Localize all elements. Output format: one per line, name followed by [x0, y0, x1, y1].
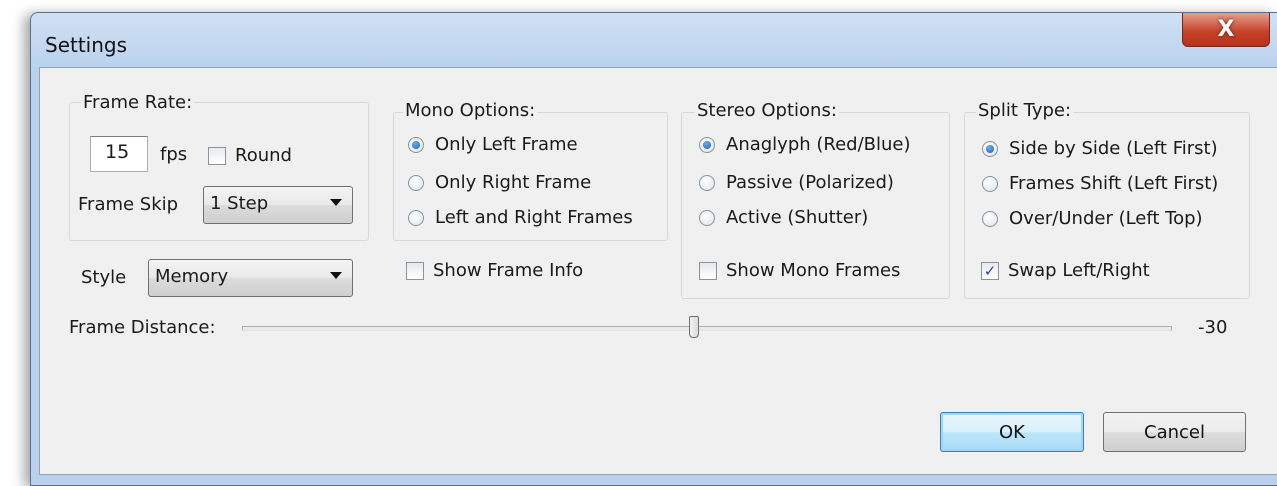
- mono-radio-1[interactable]: [408, 174, 424, 191]
- split-option-label: Over/Under (Left Top): [1009, 208, 1203, 229]
- close-button[interactable]: X: [1182, 13, 1270, 47]
- frame-skip-dropdown[interactable]: 1 Step: [203, 186, 353, 224]
- window-title: Settings: [45, 33, 128, 57]
- mono-options-label: Mono Options:: [403, 100, 538, 121]
- frame-distance-slider-track[interactable]: [242, 326, 1172, 331]
- chevron-down-icon: [330, 199, 342, 206]
- swap-left-right-checkbox[interactable]: ✓: [981, 261, 999, 280]
- split-option-side-by-side[interactable]: Side by Side (Left First): [982, 138, 1218, 159]
- stereo-option-label: Anaglyph (Red/Blue): [726, 134, 911, 155]
- cancel-button[interactable]: Cancel: [1103, 412, 1246, 452]
- swap-left-right-label: Swap Left/Right: [1008, 260, 1150, 281]
- ok-button-label: OK: [999, 421, 1025, 443]
- settings-window: Settings X Frame Rate: 15 fps Round Fram…: [30, 12, 1277, 486]
- swap-left-right-row[interactable]: ✓ Swap Left/Right: [981, 260, 1150, 281]
- split-radio-2[interactable]: [982, 210, 998, 227]
- cancel-button-label: Cancel: [1144, 421, 1205, 443]
- round-checkbox[interactable]: [208, 146, 226, 165]
- chevron-down-icon: [330, 272, 342, 279]
- show-mono-frames-label: Show Mono Frames: [726, 260, 901, 281]
- show-mono-frames-row[interactable]: Show Mono Frames: [699, 260, 900, 281]
- frame-rate-label: Frame Rate:: [81, 92, 195, 113]
- dialog-body: Frame Rate: 15 fps Round Frame Skip 1 St…: [39, 67, 1277, 475]
- checkmark-icon: ✓: [983, 261, 997, 280]
- stereo-option-label: Passive (Polarized): [726, 172, 894, 193]
- stereo-options-label: Stereo Options:: [695, 100, 839, 121]
- frame-distance-value: -30: [1198, 317, 1228, 338]
- show-frame-info-row[interactable]: Show Frame Info: [406, 260, 583, 281]
- show-frame-info-checkbox[interactable]: [406, 261, 424, 280]
- split-option-frames-shift[interactable]: Frames Shift (Left First): [982, 173, 1218, 194]
- mono-radio-0[interactable]: [408, 136, 424, 153]
- fps-unit-label: fps: [160, 144, 188, 165]
- mono-option-label: Left and Right Frames: [435, 207, 633, 228]
- show-frame-info-label: Show Frame Info: [433, 260, 584, 281]
- stereo-option-label: Active (Shutter): [726, 207, 869, 228]
- mono-option-label: Only Right Frame: [435, 172, 592, 193]
- show-mono-frames-checkbox[interactable]: [699, 261, 717, 280]
- stereo-radio-0[interactable]: [699, 136, 715, 153]
- stereo-radio-1[interactable]: [699, 174, 715, 191]
- style-label: Style: [81, 267, 127, 288]
- split-radio-1[interactable]: [982, 175, 998, 192]
- close-icon: X: [1217, 17, 1235, 42]
- split-option-label: Side by Side (Left First): [1009, 138, 1218, 159]
- split-radio-0[interactable]: [982, 140, 998, 157]
- style-dropdown[interactable]: Memory: [148, 259, 353, 297]
- mono-option-label: Only Left Frame: [435, 134, 578, 155]
- stereo-option-anaglyph[interactable]: Anaglyph (Red/Blue): [699, 134, 911, 155]
- stereo-radio-2[interactable]: [699, 209, 715, 226]
- title-bar[interactable]: Settings X: [31, 13, 1277, 67]
- round-label: Round: [235, 145, 292, 166]
- stereo-option-active[interactable]: Active (Shutter): [699, 207, 868, 228]
- round-checkbox-row[interactable]: Round: [208, 145, 292, 166]
- mono-option-only-right[interactable]: Only Right Frame: [408, 172, 591, 193]
- mono-option-only-left[interactable]: Only Left Frame: [408, 134, 578, 155]
- split-option-label: Frames Shift (Left First): [1009, 173, 1219, 194]
- mono-radio-2[interactable]: [408, 209, 424, 226]
- ok-button[interactable]: OK: [940, 412, 1084, 452]
- split-option-over-under[interactable]: Over/Under (Left Top): [982, 208, 1203, 229]
- frame-distance-slider-thumb[interactable]: [688, 316, 699, 338]
- stereo-option-passive[interactable]: Passive (Polarized): [699, 172, 894, 193]
- frame-skip-label: Frame Skip: [78, 194, 179, 215]
- frame-skip-value: 1 Step: [210, 193, 269, 214]
- frame-distance-label: Frame Distance:: [69, 317, 216, 338]
- style-value: Memory: [155, 266, 229, 287]
- split-type-label: Split Type:: [976, 100, 1074, 121]
- mono-option-left-and-right[interactable]: Left and Right Frames: [408, 207, 633, 228]
- fps-input[interactable]: 15: [90, 136, 148, 172]
